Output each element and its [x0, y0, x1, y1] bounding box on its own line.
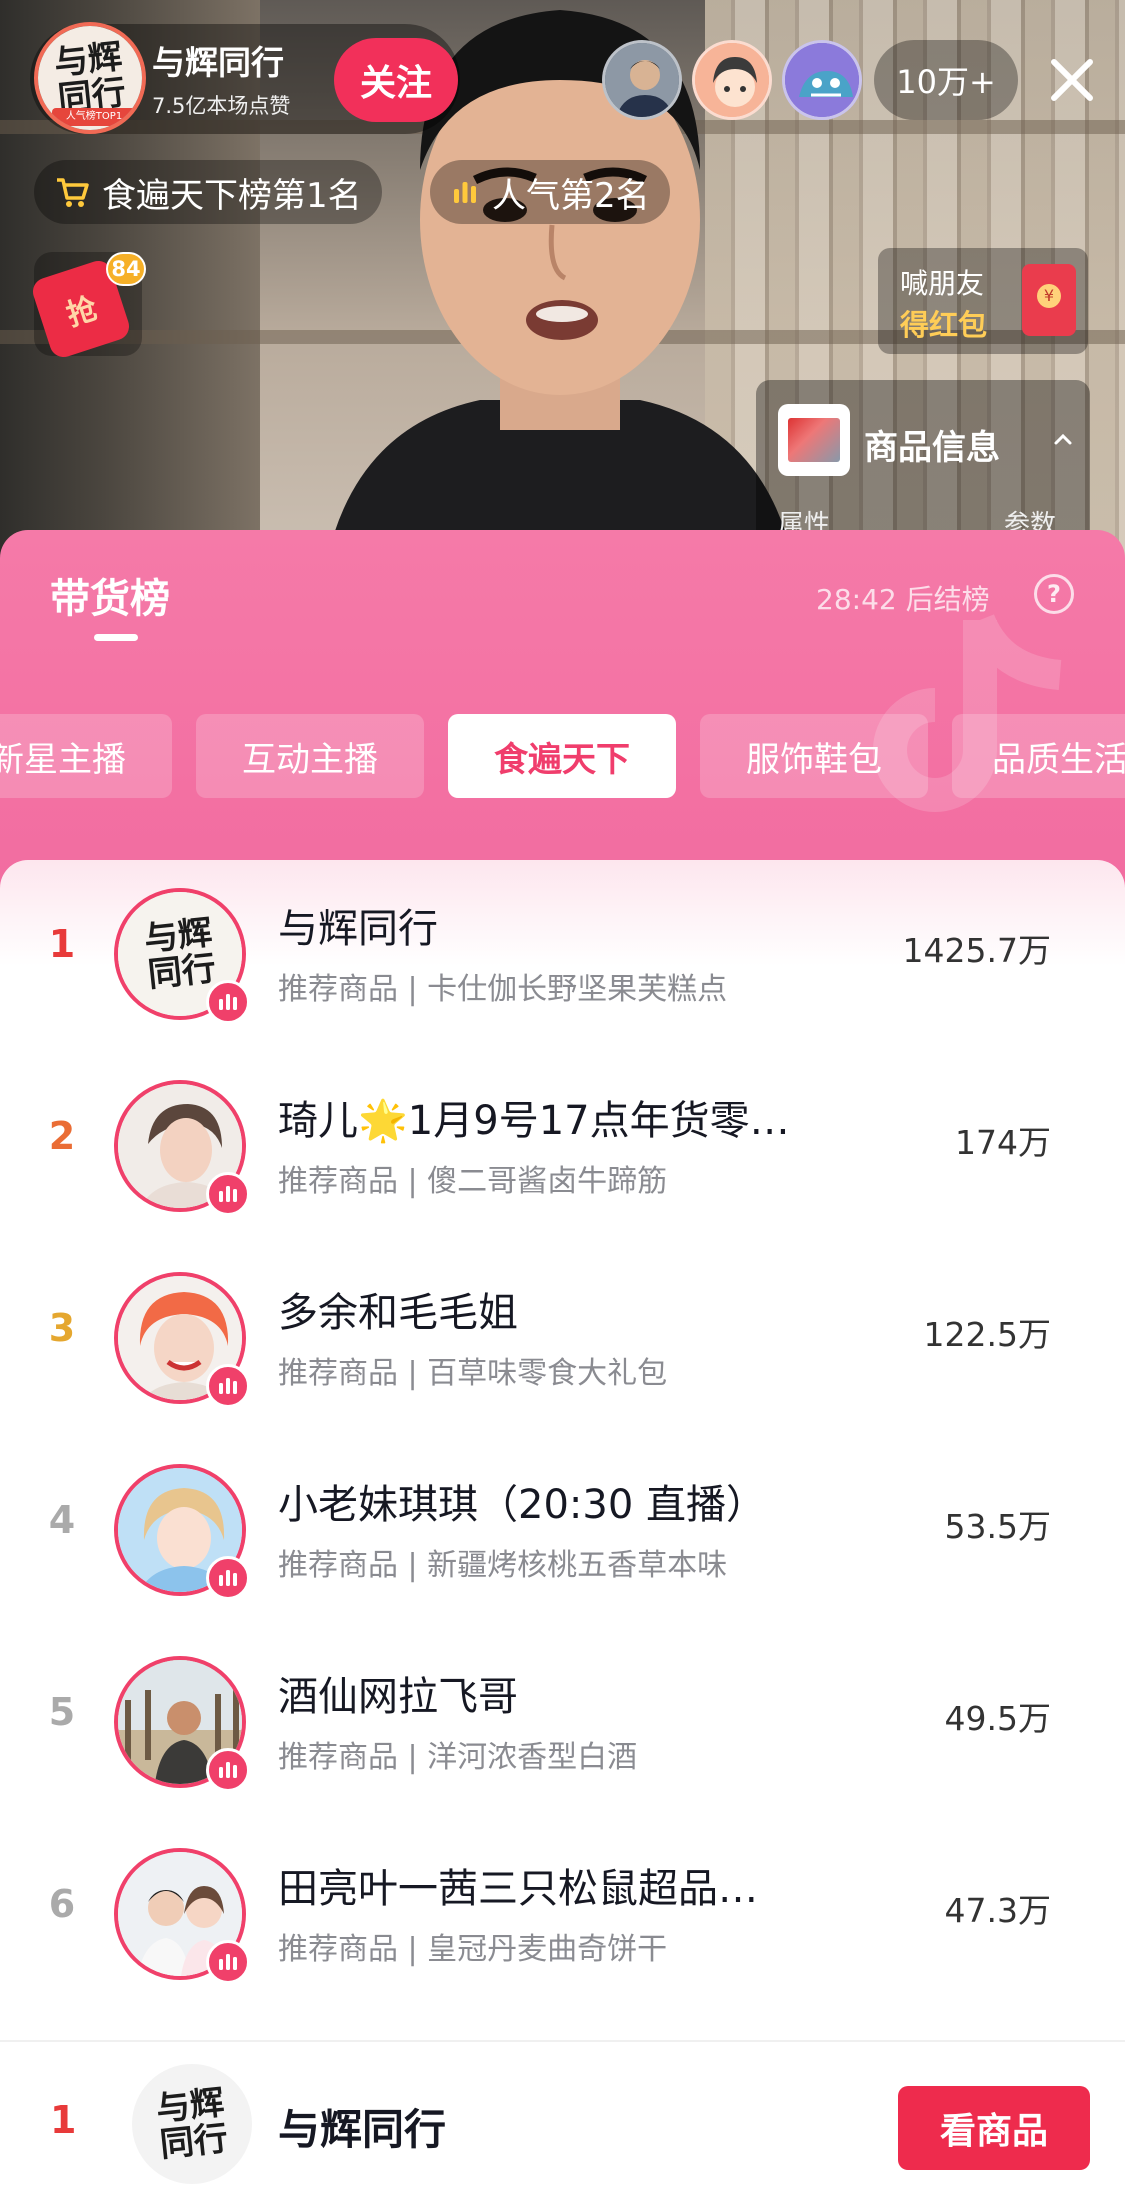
viewer-avatar[interactable]	[602, 40, 682, 120]
sales-amount: 53.5万	[944, 1507, 1051, 1546]
live-icon	[206, 1172, 250, 1216]
recommended-product: 推荐商品 | 新疆烤核桃五香草本味	[278, 1548, 728, 1583]
tab-quality-life[interactable]: 品质生活	[952, 714, 1125, 798]
sales-amount: 122.5万	[923, 1315, 1051, 1354]
view-products-button[interactable]: 看商品	[898, 2086, 1090, 2170]
my-rank-footer: 1 与辉 同行 与辉同行 看商品	[0, 2040, 1125, 2204]
host-name: 与辉同行	[152, 43, 284, 82]
category-rank-chip[interactable]: 食遍天下榜第1名	[34, 160, 382, 224]
invite-line2: 得红包	[900, 308, 988, 342]
host-avatar-text: 与辉 同行	[52, 36, 128, 120]
rank-number: 3	[48, 1306, 76, 1350]
footer-rank-number: 1	[50, 2098, 77, 2142]
recommended-product: 推荐商品 | 皇冠丹麦曲奇饼干	[278, 1932, 668, 1967]
streamer-name: 酒仙网拉飞哥	[278, 1674, 518, 1720]
streamer-name: 多余和毛毛姐	[278, 1290, 518, 1336]
title-underline	[94, 634, 138, 641]
follow-button[interactable]: 关注	[334, 38, 458, 122]
close-icon[interactable]	[1044, 52, 1100, 108]
rank-number: 1	[48, 922, 76, 966]
red-packet-button[interactable]: 抢 84	[29, 252, 146, 361]
host-avatar-ribbon: 人气榜TOP1	[52, 108, 136, 126]
viewer-count[interactable]: 10万+	[874, 40, 1018, 120]
bar-chart-icon	[450, 177, 480, 207]
list-item[interactable]: 3 多余和毛毛姐 推荐商品 | 百草味零食大礼包 122.5万	[0, 1244, 1125, 1436]
ranking-countdown: 28:42 后结榜	[816, 583, 990, 616]
chevron-up-icon[interactable]	[1052, 428, 1074, 454]
rank-number: 4	[48, 1498, 76, 1542]
list-item[interactable]: 5 酒仙网拉飞哥 推荐商品 | 洋河浓香型白酒 49.5万	[0, 1628, 1125, 1820]
recommended-product: 推荐商品 | 卡仕伽长野坚果芙糕点	[278, 972, 728, 1007]
rank-number: 6	[48, 1882, 76, 1926]
tab-apparel[interactable]: 服饰鞋包	[700, 714, 928, 798]
streamer-name: 小老妹琪琪（20:30 直播）	[278, 1482, 766, 1528]
viewer-avatar[interactable]	[692, 40, 772, 120]
invite-line1: 喊朋友	[900, 267, 985, 300]
footer-avatar[interactable]: 与辉 同行	[132, 2064, 252, 2184]
streamer-name: 与辉同行	[278, 906, 438, 952]
avatar-calligraphy: 与辉 同行	[142, 912, 218, 996]
recommended-product: 推荐商品 | 洋河浓香型白酒	[278, 1740, 638, 1775]
footer-avatar-calligraphy: 与辉 同行	[154, 2082, 230, 2166]
list-item[interactable]: 1 与辉 同行 与辉同行 推荐商品 | 卡仕伽长野坚果芙糕点 1425.7万	[0, 860, 1125, 1052]
live-icon	[206, 980, 250, 1024]
red-packet-badge: 84	[106, 252, 146, 286]
tab-interactive[interactable]: 互动主播	[196, 714, 424, 798]
list-item[interactable]: 6 田亮叶一茜三只松鼠超品… 推荐商品 | 皇冠丹麦曲奇饼干 47.3万	[0, 1820, 1125, 2012]
live-icon	[206, 1556, 250, 1600]
sales-amount: 47.3万	[944, 1891, 1051, 1930]
product-thumbnail	[778, 404, 850, 476]
cart-icon	[54, 174, 90, 210]
tab-food[interactable]: 食遍天下	[448, 714, 676, 798]
popularity-rank-text: 人气第2名	[492, 175, 650, 216]
popularity-rank-chip[interactable]: 人气第2名	[430, 160, 670, 224]
live-icon	[206, 1940, 250, 1984]
rank-number: 5	[48, 1690, 76, 1734]
streamer-name: 田亮叶一茜三只松鼠超品…	[278, 1866, 758, 1912]
product-info-title: 商品信息	[864, 428, 1000, 468]
help-icon[interactable]: ?	[1034, 574, 1074, 614]
live-icon	[206, 1748, 250, 1792]
invite-friends-card[interactable]: 喊朋友 得红包	[878, 248, 1088, 354]
footer-streamer-name: 与辉同行	[278, 2105, 447, 2154]
list-item[interactable]: 4 小老妹琪琪（20:30 直播） 推荐商品 | 新疆烤核桃五香草本味 53.5…	[0, 1436, 1125, 1628]
category-rank-text: 食遍天下榜第1名	[102, 175, 362, 216]
sales-ranking-title[interactable]: 带货榜	[50, 566, 170, 624]
sales-amount: 1425.7万	[902, 931, 1051, 970]
tab-new-star[interactable]: 新星主播	[0, 714, 172, 798]
live-icon	[206, 1364, 250, 1408]
red-envelope-icon	[1022, 264, 1076, 336]
recommended-product: 推荐商品 | 傻二哥酱卤牛蹄筋	[278, 1164, 668, 1199]
viewer-avatar[interactable]	[782, 40, 862, 120]
sales-amount: 174万	[955, 1123, 1051, 1162]
streamer-name: 琦儿🌟1月9号17点年货零…	[278, 1098, 790, 1144]
sales-amount: 49.5万	[944, 1699, 1051, 1738]
ranking-list: 1 与辉 同行 与辉同行 推荐商品 | 卡仕伽长野坚果芙糕点 1425.7万 2…	[0, 860, 1125, 2040]
rank-number: 2	[48, 1114, 76, 1158]
host-avatar[interactable]: 与辉 同行 人气榜TOP1	[34, 22, 146, 134]
list-item[interactable]: 2 琦儿🌟1月9号17点年货零… 推荐商品 | 傻二哥酱卤牛蹄筋 174万	[0, 1052, 1125, 1244]
sales-ranking-sheet: 带货榜 28:42 后结榜 ? 新星主播 互动主播 食遍天下 服饰鞋包 品质生活…	[0, 530, 1125, 2204]
host-likes-count: 7.5亿本场点赞	[152, 94, 291, 118]
recommended-product: 推荐商品 | 百草味零食大礼包	[278, 1356, 668, 1391]
